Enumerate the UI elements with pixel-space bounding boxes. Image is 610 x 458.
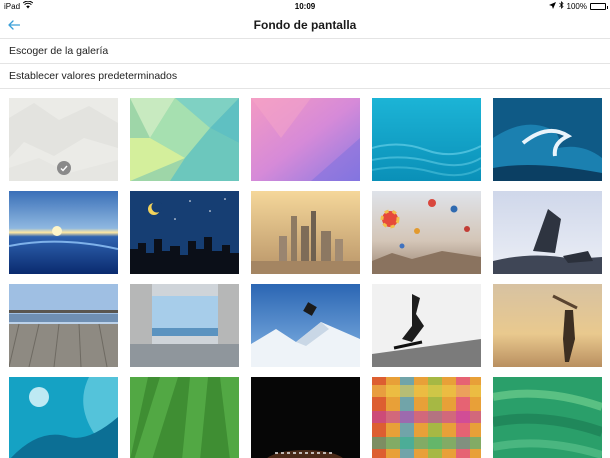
wallpaper-thumb-green-polygon[interactable] — [130, 98, 239, 181]
wallpaper-thumb-light-texture[interactable] — [9, 98, 118, 181]
wallpaper-thumb-wooden-pier[interactable] — [9, 284, 118, 367]
wallpaper-thumb-concrete-arch-sea[interactable] — [130, 284, 239, 367]
status-time: 10:09 — [294, 2, 316, 11]
wallpaper-thumb-ocean-wave[interactable] — [493, 98, 602, 181]
location-arrow-icon — [548, 0, 556, 13]
wallpaper-thumb-city-skyline-sunrise[interactable] — [251, 191, 360, 274]
wallpaper-thumb-skateboarder-bw[interactable] — [372, 284, 481, 367]
wallpaper-thumb-colorful-plaid[interactable] — [372, 377, 481, 458]
status-bar: iPad 10:09 100% — [0, 0, 610, 13]
status-right: 100% — [548, 0, 608, 13]
wallpaper-thumb-night-city-moon[interactable] — [130, 191, 239, 274]
restore-defaults-item[interactable]: Establecer valores predeterminados — [0, 64, 610, 89]
battery-percent: 100% — [566, 2, 587, 11]
battery-icon — [590, 3, 608, 10]
page-title: Fondo de pantalla — [253, 18, 357, 32]
wallpaper-grid — [9, 98, 602, 458]
choose-from-gallery-item[interactable]: Escoger de la galería — [0, 39, 610, 64]
wallpaper-thumb-green-paint-strokes[interactable] — [493, 377, 602, 458]
checkmark-icon — [60, 159, 68, 177]
navigation-bar: Fondo de pantalla — [0, 13, 610, 39]
wallpaper-thumb-hot-air-balloons[interactable] — [372, 191, 481, 274]
wallpaper-thumb-snowboarder-mountains[interactable] — [251, 284, 360, 367]
wallpaper-thumb-sunset-ocean-underwater[interactable] — [9, 191, 118, 274]
wallpaper-thumb-pink-purple-gradient[interactable] — [251, 98, 360, 181]
wallpaper-thumb-football-dark[interactable] — [251, 377, 360, 458]
selected-badge — [57, 161, 71, 175]
wallpaper-thumb-rocks-misty-water[interactable] — [493, 191, 602, 274]
wallpaper-thumb-turquoise-water[interactable] — [372, 98, 481, 181]
bluetooth-icon — [558, 0, 564, 13]
wallpaper-thumb-surfer-wave[interactable] — [9, 377, 118, 458]
wallpaper-thumb-longboarder-sunset[interactable] — [493, 284, 602, 367]
wallpaper-thumb-grass-field-stripes[interactable] — [130, 377, 239, 458]
